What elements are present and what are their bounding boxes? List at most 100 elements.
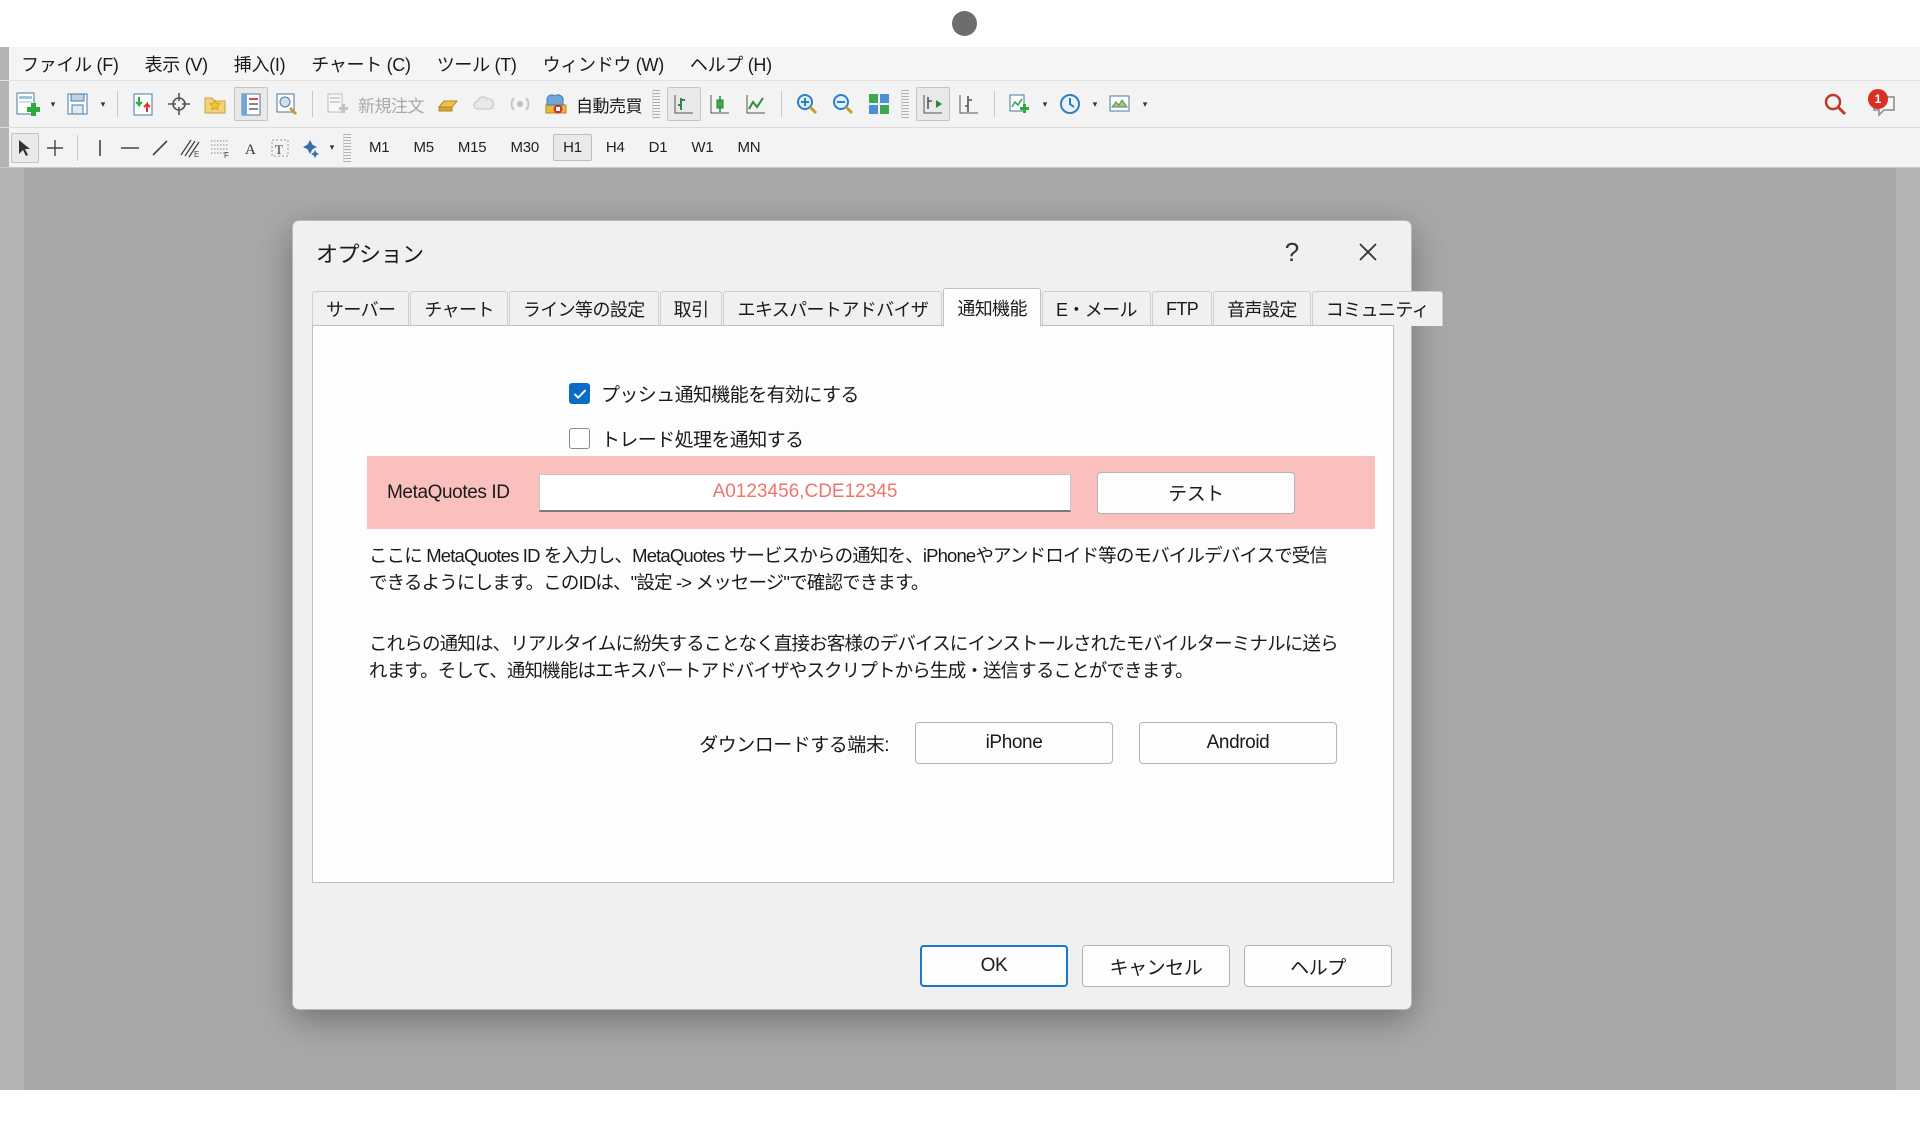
- tab-email[interactable]: E・メール: [1041, 291, 1151, 326]
- tab-expert-advisor[interactable]: エキスパートアドバイザ: [723, 291, 943, 326]
- timeframe-m15[interactable]: M15: [448, 134, 497, 161]
- tab-ftp[interactable]: FTP: [1151, 291, 1213, 326]
- tab-chart[interactable]: チャート: [410, 291, 508, 326]
- new-chart-dropdown-icon[interactable]: ▾: [46, 87, 60, 121]
- timeframe-mn[interactable]: MN: [728, 134, 771, 161]
- auto-scroll-icon[interactable]: [916, 87, 950, 121]
- equidistant-channel-icon[interactable]: E: [176, 133, 204, 163]
- tab-lines[interactable]: ライン等の設定: [508, 291, 659, 326]
- zoom-in-icon[interactable]: [790, 87, 824, 121]
- enable-push-row[interactable]: プッシュ通知機能を有効にする: [569, 380, 859, 407]
- mqid-input[interactable]: A0123456,CDE12345: [539, 473, 1071, 512]
- toolbar-right-group: 1: [1818, 81, 1902, 128]
- tile-windows-icon[interactable]: [862, 87, 896, 121]
- profiles-icon[interactable]: [61, 87, 95, 121]
- mqid-label: MetaQuotes ID: [387, 481, 510, 503]
- navigator-icon[interactable]: [270, 87, 304, 121]
- dialog-titlebar[interactable]: オプション ?: [293, 221, 1411, 281]
- notify-trade-checkbox[interactable]: [569, 428, 590, 449]
- notify-trade-label: トレード処理を通知する: [601, 430, 804, 451]
- arrows-dropdown-icon[interactable]: ▾: [325, 131, 339, 165]
- timeframe-m1[interactable]: M1: [359, 134, 399, 161]
- menu-window[interactable]: ウィンドウ (W): [532, 48, 675, 80]
- enable-push-checkbox[interactable]: [569, 383, 590, 404]
- menu-file[interactable]: ファイル (F): [10, 48, 130, 80]
- period-dropdown-icon[interactable]: ▾: [1088, 87, 1102, 121]
- period-clock-icon[interactable]: [1053, 87, 1087, 121]
- notify-trade-row[interactable]: トレード処理を通知する: [569, 425, 804, 452]
- crosshair-icon[interactable]: [162, 87, 196, 121]
- tab-community[interactable]: コミュニティ: [1311, 291, 1444, 326]
- templates-dropdown-icon[interactable]: ▾: [1138, 87, 1152, 121]
- download-iphone-button[interactable]: iPhone: [915, 722, 1113, 764]
- timeframe-d1[interactable]: D1: [639, 134, 678, 161]
- close-icon[interactable]: [1343, 231, 1393, 273]
- zoom-out-icon[interactable]: [826, 87, 860, 121]
- terminal-window-icon[interactable]: [234, 87, 268, 121]
- tab-trade[interactable]: 取引: [659, 291, 723, 326]
- arrows-icon[interactable]: [296, 133, 324, 163]
- toolbar-grip[interactable]: [652, 90, 660, 118]
- new-chart-icon[interactable]: [11, 87, 45, 121]
- workspace-right-edge: [1896, 168, 1920, 1130]
- tab-sound[interactable]: 音声設定: [1213, 291, 1311, 326]
- candlestick-chart-icon[interactable]: [703, 87, 737, 121]
- main-toolbar-edge: [0, 81, 9, 127]
- notifications-badge: 1: [1868, 89, 1888, 109]
- menu-insert[interactable]: 挿入(I): [223, 48, 297, 80]
- timeframe-h4[interactable]: H4: [596, 134, 635, 161]
- tab-notifications[interactable]: 通知機能: [943, 288, 1041, 326]
- signal-icon: [503, 87, 537, 121]
- options-dialog: オプション ? サーバー チャート ライン等の設定 取引 エキスパートアドバイザ…: [292, 220, 1444, 1010]
- timeframe-w1[interactable]: W1: [681, 134, 723, 161]
- trendline-icon[interactable]: [146, 133, 174, 163]
- crosshair-tool-icon[interactable]: [41, 133, 69, 163]
- templates-icon[interactable]: [1103, 87, 1137, 121]
- menu-tools[interactable]: ツール (T): [426, 48, 528, 80]
- description-paragraph-1: ここに MetaQuotes ID を入力し、MetaQuotes サービスから…: [369, 545, 1328, 593]
- cancel-button[interactable]: キャンセル: [1082, 945, 1230, 987]
- vertical-line-icon[interactable]: [86, 133, 114, 163]
- fibonacci-icon[interactable]: F: [206, 133, 234, 163]
- svg-text:E: E: [194, 150, 199, 159]
- cursor-icon[interactable]: [11, 132, 39, 163]
- new-order-icon: [321, 87, 355, 121]
- text-label-icon[interactable]: T: [266, 133, 294, 163]
- favorites-folder-icon[interactable]: [198, 87, 232, 121]
- autotrading-icon[interactable]: [539, 87, 573, 121]
- chart-workspace: オプション ? サーバー チャート ライン等の設定 取引 エキスパートアドバイザ…: [0, 168, 1920, 1130]
- toolbar-separator: [994, 91, 995, 117]
- download-label: ダウンロードする端末:: [699, 734, 889, 756]
- market-watch-icon[interactable]: [126, 87, 160, 121]
- test-button[interactable]: テスト: [1097, 471, 1295, 514]
- toolbar-grip[interactable]: [901, 90, 909, 118]
- tab-server[interactable]: サーバー: [312, 291, 410, 326]
- window-control-dot[interactable]: [952, 11, 977, 36]
- menu-help[interactable]: ヘルプ (H): [679, 48, 783, 80]
- mqid-row: MetaQuotes ID A0123456,CDE12345 テスト: [387, 464, 1355, 521]
- timeframe-m5[interactable]: M5: [403, 134, 443, 161]
- dialog-title: オプション: [316, 242, 424, 267]
- timeframe-h1[interactable]: H1: [553, 134, 592, 161]
- menu-view[interactable]: 表示 (V): [134, 48, 219, 80]
- toolbar-grip[interactable]: [343, 133, 351, 162]
- horizontal-line-icon[interactable]: [116, 133, 144, 163]
- enable-push-label: プッシュ通知機能を有効にする: [601, 385, 859, 406]
- ok-button[interactable]: OK: [920, 945, 1068, 987]
- svg-text:T: T: [275, 142, 283, 157]
- workspace-bottom-strip: [0, 1090, 1920, 1130]
- timeframe-m30[interactable]: M30: [500, 134, 549, 161]
- download-android-button[interactable]: Android: [1139, 722, 1337, 764]
- menu-chart[interactable]: チャート (C): [300, 48, 421, 80]
- indicators-dropdown-icon[interactable]: ▾: [1038, 87, 1052, 121]
- help-button[interactable]: ヘルプ: [1244, 945, 1392, 987]
- line-chart-icon[interactable]: [739, 87, 773, 121]
- bar-chart-icon[interactable]: [667, 87, 701, 121]
- gold-bar-icon[interactable]: [431, 87, 465, 121]
- indicators-icon[interactable]: [1003, 87, 1037, 121]
- profiles-dropdown-icon[interactable]: ▾: [96, 87, 110, 121]
- help-icon[interactable]: ?: [1271, 231, 1313, 273]
- chart-shift-icon[interactable]: [952, 87, 986, 121]
- text-icon[interactable]: A: [236, 133, 264, 163]
- search-icon[interactable]: [1819, 88, 1853, 122]
